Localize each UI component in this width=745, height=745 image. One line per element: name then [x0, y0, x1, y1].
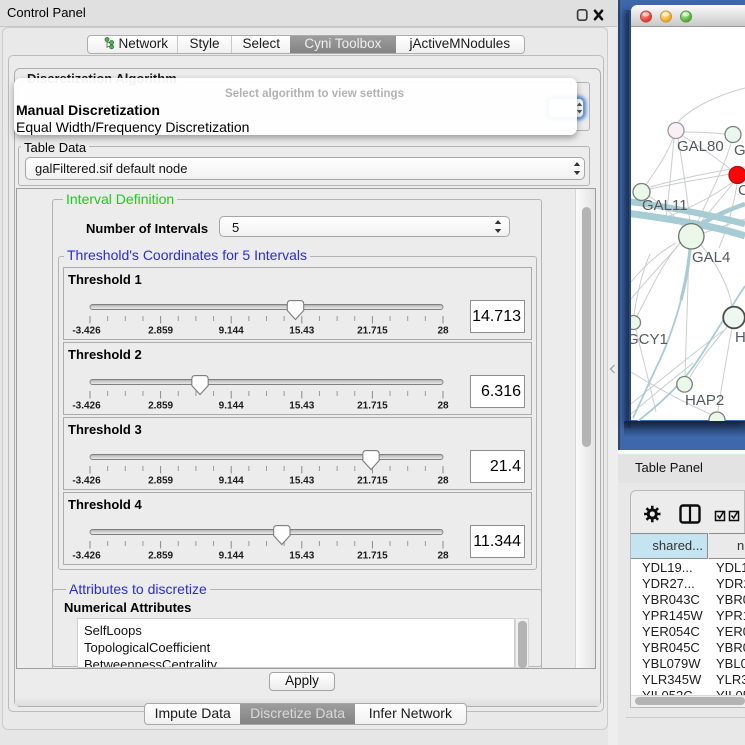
- svg-text:2.859: 2.859: [148, 476, 173, 487]
- svg-text:21.715: 21.715: [357, 551, 388, 562]
- svg-text:9.144: 9.144: [219, 401, 244, 412]
- svg-text:21.715: 21.715: [357, 476, 388, 487]
- svg-text:GAL80: GAL80: [677, 138, 724, 155]
- svg-text:GAL11: GAL11: [642, 197, 688, 214]
- svg-text:2.859: 2.859: [148, 551, 173, 562]
- svg-text:H: H: [735, 329, 745, 346]
- svg-text:HAP2: HAP2: [685, 392, 724, 409]
- svg-text:21.715: 21.715: [357, 401, 388, 412]
- svg-text:9.144: 9.144: [219, 476, 244, 487]
- svg-text:21.715: 21.715: [357, 326, 388, 337]
- svg-text:15.43: 15.43: [289, 551, 314, 562]
- svg-text:28: 28: [437, 551, 449, 562]
- svg-text:28: 28: [437, 401, 449, 412]
- svg-text:2.859: 2.859: [148, 326, 173, 337]
- svg-text:9.144: 9.144: [219, 551, 244, 562]
- svg-text:15.43: 15.43: [289, 476, 314, 487]
- svg-text:9.144: 9.144: [219, 326, 244, 337]
- svg-text:-3.426: -3.426: [72, 326, 101, 337]
- svg-text:GCY1: GCY1: [631, 331, 668, 348]
- svg-text:2.859: 2.859: [148, 401, 173, 412]
- svg-text:-3.426: -3.426: [72, 476, 101, 487]
- svg-text:GAL4: GAL4: [692, 249, 730, 266]
- svg-text:-3.426: -3.426: [72, 551, 101, 562]
- svg-text:15.43: 15.43: [289, 401, 314, 412]
- svg-text:C: C: [738, 182, 745, 199]
- svg-text:GA: GA: [734, 142, 745, 159]
- svg-text:-3.426: -3.426: [72, 401, 101, 412]
- svg-text:15.43: 15.43: [289, 326, 314, 337]
- svg-text:28: 28: [437, 476, 449, 487]
- svg-text:28: 28: [437, 326, 449, 337]
